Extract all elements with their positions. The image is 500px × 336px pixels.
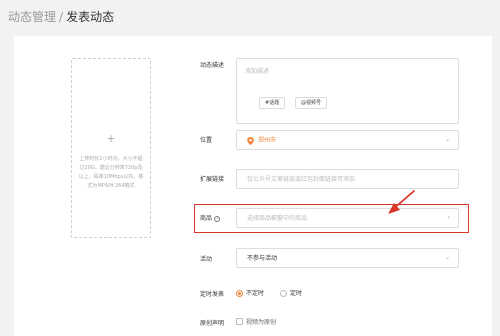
video-upload-area[interactable]: + 上传时长1小时内，大小不超过20G，建议分辨率720p及以上，码率10Mbp… xyxy=(71,58,151,238)
plus-icon: + xyxy=(106,132,116,145)
extended-link-input[interactable]: 仅公众号文章链接或红包封面链接可添加 xyxy=(236,169,459,189)
chevron-right-icon: › xyxy=(447,214,450,221)
product-placeholder: 选择商品橱窗中的商品 xyxy=(247,215,308,222)
radio-label: 定时 xyxy=(289,290,302,297)
product-label-text: 商品 xyxy=(200,215,213,222)
location-label: 位置 xyxy=(200,137,213,144)
description-label: 动态描述 xyxy=(200,62,225,69)
chevron-down-icon: ⌄ xyxy=(444,254,450,261)
product-label: 商品? xyxy=(200,213,221,222)
radio-scheduled[interactable]: 定时 xyxy=(279,288,302,297)
description-placeholder: 添加描述 xyxy=(245,68,270,75)
post-form-panel: + 上传时长1小时内，大小不超过20G，建议分辨率720p及以上，码率10Mbp… xyxy=(14,36,492,336)
location-select[interactable]: 郑州市 ⌄ xyxy=(236,130,459,150)
activity-select[interactable]: 不参与活动 ⌄ xyxy=(236,248,459,268)
scheduled-post-radio-group: 不定时 定时 xyxy=(236,288,316,297)
upload-tip: 上传时长1小时内，大小不超过20G，建议分辨率720p及以上，码率10Mbps以… xyxy=(78,156,144,189)
extended-link-placeholder: 仅公众号文章链接或红包封面链接可添加 xyxy=(247,176,356,183)
chevron-down-icon: ⌄ xyxy=(444,136,450,143)
breadcrumb-separator: / xyxy=(59,10,64,24)
extended-link-label: 扩展链接 xyxy=(200,176,225,183)
radio-label: 不定时 xyxy=(246,290,265,297)
activity-value: 不参与活动 xyxy=(247,255,278,262)
help-icon[interactable]: ? xyxy=(214,215,221,222)
radio-unselected-icon xyxy=(279,290,287,297)
product-select[interactable]: 选择商品橱窗中的商品 › xyxy=(236,208,459,228)
description-textarea[interactable]: 添加描述 #话题 @视频号 xyxy=(236,58,459,124)
location-pin-icon xyxy=(247,137,254,145)
topic-tag-button[interactable]: #话题 xyxy=(259,97,286,109)
breadcrumb-parent[interactable]: 动态管理 xyxy=(8,10,56,24)
scheduled-post-label: 定时发表 xyxy=(200,291,225,298)
mention-channel-button[interactable]: @视频号 xyxy=(295,97,328,109)
original-checkbox-group: 视频为原创 xyxy=(236,317,276,326)
breadcrumb: 动态管理 / 发表动态 xyxy=(8,8,114,25)
location-value: 郑州市 xyxy=(258,137,277,144)
radio-selected-icon xyxy=(236,290,243,297)
original-checkbox[interactable] xyxy=(236,318,243,325)
original-checkbox-label: 视频为原创 xyxy=(246,319,277,326)
radio-not-scheduled[interactable]: 不定时 xyxy=(236,288,264,297)
activity-label: 活动 xyxy=(200,256,213,263)
original-label: 原创声明 xyxy=(200,320,225,327)
page-title: 发表动态 xyxy=(66,10,115,24)
